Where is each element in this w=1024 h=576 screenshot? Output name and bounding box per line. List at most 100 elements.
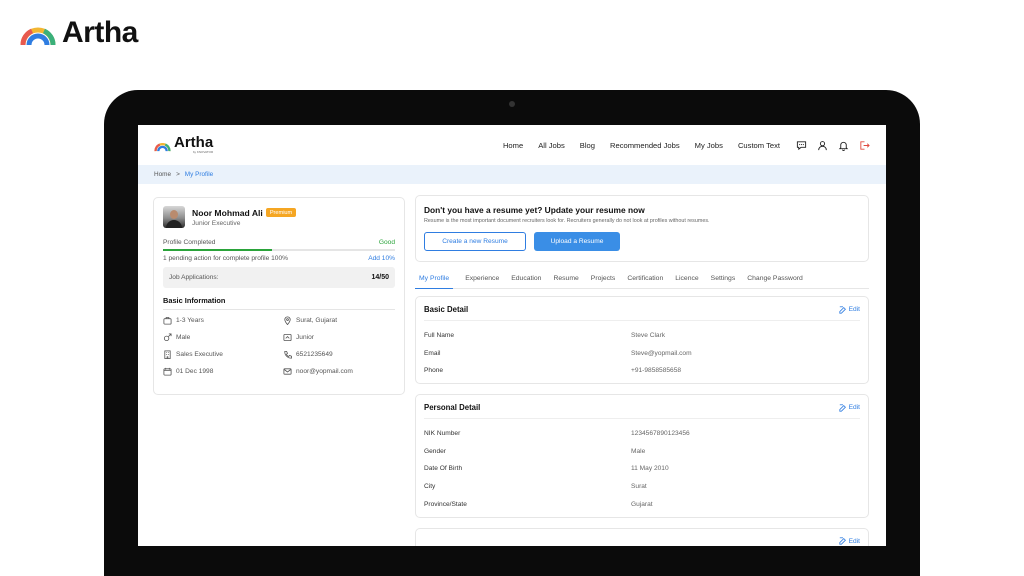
calendar-icon <box>163 367 172 376</box>
basic-info-title: Basic Information <box>163 296 226 305</box>
pending-text: 1 pending action for complete profile 10… <box>163 255 288 262</box>
chat-icon[interactable] <box>796 140 807 151</box>
profile-card: Noor Mohmad Ali Premium Junior Executive… <box>153 197 405 395</box>
detail-label: Phone <box>424 367 444 375</box>
detail-value: Steve Clark <box>631 332 666 340</box>
info-level-text: Junior <box>296 334 314 341</box>
job-applications-count: 14/50 <box>371 274 389 281</box>
detail-value: Surat <box>631 483 647 491</box>
detail-value: 11 May 2010 <box>631 465 669 473</box>
nav-blog[interactable]: Blog <box>580 141 595 150</box>
divider <box>424 418 860 419</box>
detail-label: City <box>424 483 436 491</box>
basic-detail-header: Basic Detail Edit <box>424 305 860 314</box>
nav-custom-text[interactable]: Custom Text <box>738 141 780 150</box>
job-applications-label: Job Applications: <box>169 274 219 281</box>
brand-logo: Artha <box>20 16 138 50</box>
basic-detail-card: Basic Detail Edit Full Name Steve Clark … <box>415 296 869 384</box>
breadcrumb-current: My Profile <box>184 171 214 178</box>
laptop-frame: Artha by KNOVATOR Home All Jobs Blog Rec… <box>104 90 920 576</box>
breadcrumb: Home > My Profile <box>138 165 886 184</box>
divider <box>163 309 395 310</box>
phone-icon <box>284 350 292 359</box>
next-detail-edit-button[interactable]: Edit <box>839 537 860 545</box>
detail-row-full-name: Full Name Steve Clark <box>424 327 860 345</box>
brand-name: Artha <box>62 16 138 49</box>
personal-detail-card: Personal Detail Edit NIK Number 12345678… <box>415 394 869 518</box>
nav-home[interactable]: Home <box>503 141 523 150</box>
camera-dot <box>509 101 515 107</box>
basic-detail-title: Basic Detail <box>424 305 469 314</box>
personal-detail-edit-button[interactable]: Edit <box>839 403 860 412</box>
profile-completed-label: Profile Completed <box>163 239 216 246</box>
basic-info-grid: 1-3 Years Surat, Gujarat Male Junior Sal… <box>163 316 395 376</box>
building-icon <box>164 350 171 359</box>
tab-licence[interactable]: Licence <box>671 275 698 288</box>
personal-detail-header: Personal Detail Edit <box>424 403 860 412</box>
resume-buttons: Create a new Resume Upload a Resume <box>424 232 860 251</box>
level-icon <box>283 333 292 342</box>
create-resume-button[interactable]: Create a new Resume <box>424 232 526 251</box>
tab-projects[interactable]: Projects <box>587 275 616 288</box>
personal-detail-edit-label: Edit <box>848 404 860 411</box>
app-logo-name: Artha <box>174 134 214 151</box>
personal-detail-title: Personal Detail <box>424 403 481 412</box>
tab-settings[interactable]: Settings <box>707 275 736 288</box>
user-name: Noor Mohmad Ali <box>192 207 263 218</box>
info-experience-text: 1-3 Years <box>176 317 204 324</box>
nav-all-jobs[interactable]: All Jobs <box>538 141 565 150</box>
artha-logo-icon <box>154 142 171 151</box>
detail-row-email: Email Steve@yopmail.com <box>424 345 860 363</box>
detail-row-nik: NIK Number 1234567890123456 <box>424 425 860 443</box>
nav-my-jobs[interactable]: My Jobs <box>695 141 723 150</box>
info-email-text: noor@yopmail.com <box>296 368 353 375</box>
mail-icon <box>283 368 292 375</box>
user-summary: Noor Mohmad Ali Premium Junior Executive <box>163 206 395 228</box>
edit-icon <box>839 403 846 412</box>
detail-label: Full Name <box>424 332 455 340</box>
detail-row-gender: Gender Male <box>424 443 860 461</box>
tab-resume[interactable]: Resume <box>549 275 578 288</box>
profile-completed-row: Profile Completed Good <box>163 239 395 246</box>
profile-progress-bar <box>163 249 395 251</box>
pending-row: 1 pending action for complete profile 10… <box>163 255 395 262</box>
app-logo[interactable]: Artha by KNOVATOR <box>154 134 214 154</box>
detail-value: Steve@yopmail.com <box>631 349 692 357</box>
basic-detail-edit-button[interactable]: Edit <box>839 305 860 314</box>
upload-resume-button[interactable]: Upload a Resume <box>534 232 620 251</box>
detail-value: +91-9858585658 <box>631 367 682 375</box>
detail-value: 1234567890123456 <box>631 430 690 438</box>
info-dob: 01 Dec 1998 <box>163 367 283 376</box>
info-gender-text: Male <box>176 334 191 341</box>
bell-icon[interactable] <box>838 140 849 151</box>
resume-title: Don't you have a resume yet? Update your… <box>424 205 645 215</box>
user-name-row: Noor Mohmad Ali Premium <box>192 207 297 218</box>
basic-detail-rows: Full Name Steve Clark Email Steve@yopmai… <box>424 327 860 380</box>
nav-recommended-jobs[interactable]: Recommended Jobs <box>610 141 680 150</box>
artha-logo-icon <box>20 27 56 46</box>
add-percent-link[interactable]: Add 10% <box>368 255 395 262</box>
detail-row-province: Province/State Gujarat <box>424 495 860 513</box>
info-experience: 1-3 Years <box>163 316 283 325</box>
detail-label: Province/State <box>424 500 467 508</box>
tab-change-password[interactable]: Change Password <box>743 275 803 288</box>
location-icon <box>284 316 291 325</box>
profile-progress-fill <box>163 249 273 251</box>
info-location-text: Surat, Gujarat <box>296 317 338 324</box>
tab-education[interactable]: Education <box>507 275 541 288</box>
user-icon[interactable] <box>817 140 828 151</box>
breadcrumb-home[interactable]: Home <box>154 171 171 178</box>
info-phone: 6521235649 <box>283 350 403 359</box>
next-detail-edit-label: Edit <box>848 537 860 545</box>
detail-row-phone: Phone +91-9858585658 <box>424 362 860 380</box>
basic-detail-edit-label: Edit <box>848 306 860 313</box>
tab-my-profile[interactable]: My Profile <box>415 275 454 289</box>
tab-experience[interactable]: Experience <box>461 275 499 288</box>
tab-certification[interactable]: Certification <box>623 275 663 288</box>
profile-tabs: My Profile Experience Education Resume P… <box>415 275 869 289</box>
next-detail-card: Edit <box>415 528 869 546</box>
next-detail-header: Edit <box>424 537 860 545</box>
info-level: Junior <box>283 333 403 342</box>
logout-icon[interactable] <box>859 140 870 151</box>
premium-badge: Premium <box>265 208 297 217</box>
